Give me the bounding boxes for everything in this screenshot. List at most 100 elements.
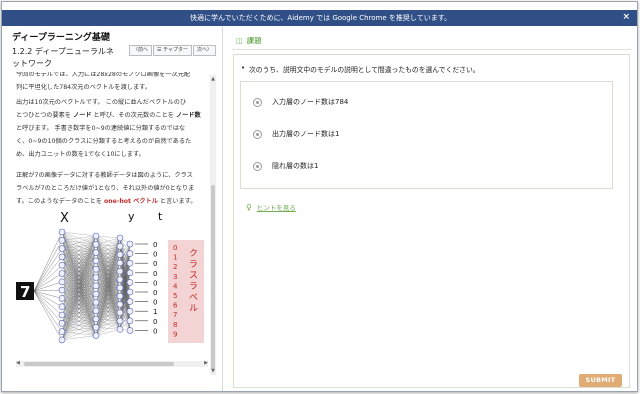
target-value: 0: [153, 251, 157, 259]
class-number: 5: [173, 292, 177, 300]
option-label: 隠れ層の数は1: [272, 162, 319, 170]
lesson-vertical-scrollbar[interactable]: ▲ ▼: [210, 75, 216, 375]
network-node: [92, 265, 100, 273]
scroll-down-icon[interactable]: ▼: [210, 367, 216, 375]
input-edge: [33, 265, 63, 292]
label-t: t: [158, 210, 163, 223]
target-value: 0: [153, 299, 157, 307]
target-values: 0000000100: [135, 241, 157, 335]
radio-button[interactable]: [253, 129, 262, 139]
network-node: [116, 276, 124, 283]
input-edge: [33, 290, 63, 340]
term-node: ノード: [72, 112, 92, 119]
target-value: 0: [153, 270, 157, 278]
input-edge: [33, 256, 63, 292]
network-node: [116, 292, 124, 300]
input-edge: [33, 290, 63, 324]
output-node: [126, 269, 134, 277]
target-value: 0: [153, 260, 157, 268]
output-node: [126, 288, 134, 296]
network-node: [92, 274, 100, 281]
network-node: [116, 309, 124, 316]
input-edge: [33, 289, 63, 292]
network-node: [58, 336, 66, 344]
lesson-text-line: 列に平坦化した784次元のベクトルを渡します。: [16, 84, 151, 91]
network-node: [116, 267, 124, 275]
target-value: 0: [153, 241, 157, 249]
radio-button[interactable]: [253, 161, 262, 171]
class-number: 3: [173, 273, 177, 281]
output-node: [126, 250, 134, 257]
input-edge: [33, 290, 63, 307]
prev-button[interactable]: 〈前へ: [129, 45, 153, 56]
lesson-text: と呼び、その次元数のことを: [93, 112, 174, 119]
network-node: [92, 282, 100, 290]
network-node: [116, 251, 124, 258]
network-edges: [33, 231, 131, 341]
hint-link[interactable]: ♀ ヒントを見る: [246, 202, 296, 213]
input-edge: [33, 240, 63, 292]
hidden-edge: [61, 235, 97, 241]
lightbulb-icon: ♀: [246, 202, 252, 212]
network-node: [92, 257, 100, 265]
label-y: y: [128, 210, 135, 223]
lesson-nav: 〈前へ ☰ チャプター 次へ〉: [129, 45, 217, 56]
output-node: [126, 298, 134, 305]
class-number: 6: [173, 302, 178, 310]
network-node: [92, 315, 100, 323]
answer-options: 入力層のノード数は784 出力層のノード数は1 隠れ層の数は1: [240, 81, 613, 189]
output-node: [126, 317, 134, 325]
radio-button[interactable]: [253, 97, 262, 107]
input-digit: 7: [20, 283, 30, 301]
network-node: [116, 284, 124, 292]
scroll-left-icon[interactable]: ◀: [16, 360, 20, 366]
scroll-up-icon[interactable]: ▲: [210, 75, 216, 83]
lesson-text-line: く、0~9の10個のクラスに分類すると考えるのが自然であるた: [16, 138, 192, 145]
lesson-horizontal-scrollbar[interactable]: ◀ ▶: [16, 360, 208, 367]
target-value: 0: [153, 279, 157, 287]
target-value: 1: [153, 308, 157, 316]
next-button[interactable]: 次へ〉: [193, 45, 217, 56]
network-node: [58, 278, 66, 286]
lesson-text-line: 出力は10次元のベクトルです。 この縦に並んだベクトルのひ: [16, 99, 187, 106]
network-node: [116, 242, 124, 250]
network-node: [92, 232, 100, 240]
lesson-text-line: ラベルが7のところだけ値が1となり、それ以外の値が0となりま: [16, 185, 195, 192]
class-label-text: クラスラベル: [187, 248, 198, 314]
option-1[interactable]: 入力層のノード数は784: [253, 97, 348, 107]
network-node: [92, 290, 100, 298]
submit-button[interactable]: SUBMIT: [579, 374, 622, 387]
hidden-edge: [61, 335, 97, 341]
task-icon: ◫: [236, 36, 243, 45]
option-3[interactable]: 隠れ層の数は1: [253, 161, 318, 171]
lesson-text-line: と呼びます。 手書き数字を0~9の連続値に分類するのではな: [16, 125, 186, 132]
task-title: 課題: [246, 36, 262, 45]
question-text: 次のうち、説明文中のモデルの説明として間違ったものを選んでください。: [241, 64, 480, 74]
browser-recommendation-banner: 快適に学んでいただくために、Aidemy では Google Chrome を推…: [2, 10, 637, 26]
output-node: [126, 259, 134, 267]
close-icon[interactable]: ×: [622, 11, 630, 23]
hidden-edge: [61, 231, 97, 237]
network-node: [58, 253, 66, 261]
chapter-button[interactable]: ☰ チャプター: [153, 45, 193, 56]
lesson-text-line: とつひとつの要素を ノード と呼び、その次元数のことを ノード数: [16, 110, 208, 123]
class-number: 0: [173, 244, 177, 252]
scroll-right-icon[interactable]: ▶: [204, 360, 208, 366]
hidden-edge: [95, 329, 121, 336]
network-diagram: X y t 7 0000000100 0123456789 クラスラベル: [16, 210, 204, 344]
lesson-text: す。このようなデータのことを: [16, 198, 103, 205]
class-numbers: 0 12 34 5 67 89: [173, 244, 178, 338]
output-node: [126, 240, 134, 248]
output-node: [126, 307, 134, 315]
lesson-pane: ディープラーニング基礎 1.2.2 ディープニューラルネットワーク 〈前へ ☰ …: [2, 26, 223, 391]
option-2[interactable]: 出力層のノード数は1: [253, 129, 339, 139]
output-node: [126, 327, 134, 334]
task-pane: ◫ 課題 次のうち、説明文中のモデルの説明として間違ったものを選んでください。 …: [224, 26, 637, 391]
scroll-thumb[interactable]: [211, 185, 215, 369]
network-node: [116, 301, 124, 308]
class-number: 2: [173, 263, 177, 271]
lesson-text-line: す。このようなデータのことを one-hot ベクトル と言います。: [16, 196, 208, 209]
scroll-thumb[interactable]: [24, 362, 174, 366]
lesson-text-line: 正解が7の画像データに対する教師データは図のように、クラス: [16, 172, 193, 179]
network-node: [58, 228, 66, 236]
